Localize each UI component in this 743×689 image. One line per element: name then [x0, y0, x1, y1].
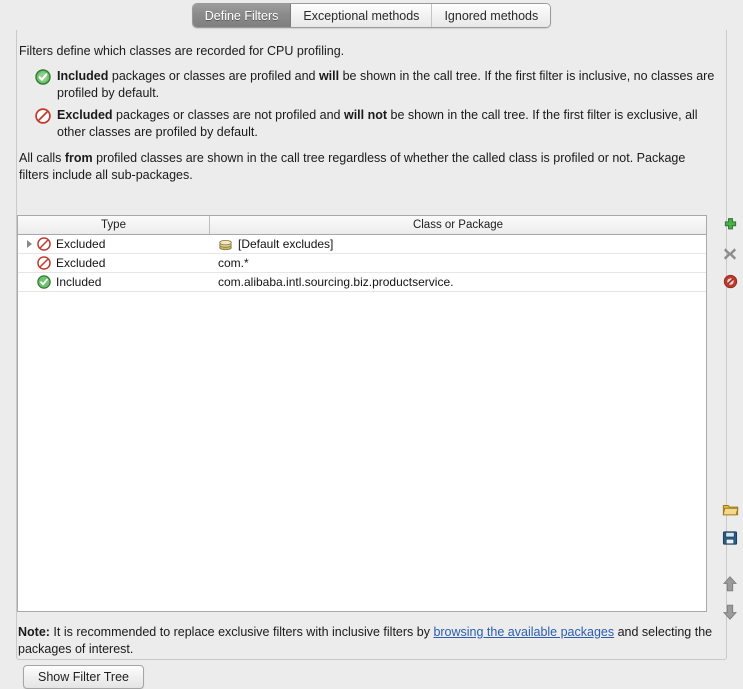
- row-class-label: com.alibaba.intl.sourcing.biz.productser…: [218, 275, 454, 289]
- open-filters-button[interactable]: [718, 499, 742, 523]
- row-class-label: [Default excludes]: [238, 237, 334, 251]
- table-header-row: Type Class or Package: [18, 216, 706, 235]
- closing-text-1: All calls: [19, 151, 65, 165]
- move-up-button[interactable]: [718, 573, 742, 597]
- footer-button-row: Show Filter Tree: [23, 665, 145, 689]
- move-up-icon: [722, 575, 738, 596]
- included-text-1: packages or classes are profiled and: [108, 69, 319, 83]
- closing-paragraph: All calls from profiled classes are show…: [19, 150, 709, 184]
- table-row[interactable]: Excluded com.*: [18, 254, 706, 273]
- excluded-will-not: will not: [343, 108, 388, 122]
- row-type-label: Included: [56, 275, 102, 289]
- footer-note: Note: It is recommended to replace exclu…: [18, 624, 724, 658]
- filters-toolbar: [712, 215, 743, 620]
- table-row[interactable]: Included com.alibaba.intl.sourcing.biz.p…: [18, 273, 706, 292]
- tab-bar: Define Filters Exceptional methods Ignor…: [0, 0, 743, 30]
- row-type-cell: Included: [18, 273, 210, 291]
- row-type-cell: Excluded: [18, 254, 210, 272]
- included-description-row: Included packages or classes are profile…: [19, 68, 723, 102]
- tab-define-filters-label: Define Filters: [204, 8, 279, 23]
- closing-from: from: [64, 151, 93, 165]
- note-label: Note:: [18, 625, 50, 639]
- row-class-cell: [Default excludes]: [210, 235, 706, 253]
- reset-filter-icon: [723, 274, 738, 292]
- excluded-description-text: Excluded packages or classes are not pro…: [57, 107, 723, 141]
- column-header-type[interactable]: Type: [18, 216, 210, 234]
- tab-ignored-methods[interactable]: Ignored methods: [432, 4, 551, 27]
- move-down-icon: [722, 603, 738, 624]
- note-text-before: It is recommended to replace exclusive f…: [49, 625, 434, 639]
- remove-filter-button[interactable]: [718, 243, 742, 267]
- move-down-button[interactable]: [718, 601, 742, 625]
- tab-exceptional-methods-label: Exceptional methods: [303, 8, 420, 23]
- excluded-description-row: Excluded packages or classes are not pro…: [19, 107, 723, 141]
- row-type-label: Excluded: [56, 256, 106, 270]
- package-stack-icon: [218, 237, 233, 252]
- show-filter-tree-button[interactable]: Show Filter Tree: [23, 665, 145, 689]
- included-will: will: [318, 69, 340, 83]
- expand-triangle-icon[interactable]: [24, 239, 35, 250]
- excluded-text-1: packages or classes are not profiled and: [112, 108, 344, 122]
- add-filter-button[interactable]: [718, 215, 742, 239]
- define-filters-panel: Filters define which classes are recorde…: [16, 28, 738, 689]
- included-description-text: Included packages or classes are profile…: [57, 68, 723, 102]
- excluded-keyword: Excluded: [57, 108, 113, 122]
- browse-packages-link[interactable]: browsing the available packages: [433, 625, 614, 639]
- save-filters-button[interactable]: [718, 527, 742, 551]
- included-check-icon: [35, 69, 51, 85]
- excluded-deny-icon: [37, 256, 51, 270]
- tab-group: Define Filters Exceptional methods Ignor…: [191, 3, 552, 28]
- intro-section: Filters define which classes are recorde…: [18, 43, 724, 184]
- save-disk-icon: [722, 530, 738, 549]
- toolbar-gap-2: [712, 555, 743, 573]
- add-filter-icon: [722, 217, 739, 237]
- included-keyword: Included: [57, 69, 109, 83]
- excluded-deny-icon: [37, 237, 51, 251]
- closing-text-2: profiled classes are shown in the call t…: [19, 151, 686, 182]
- included-check-icon: [37, 275, 51, 289]
- open-folder-icon: [722, 501, 739, 521]
- excluded-deny-icon: [35, 108, 51, 124]
- reset-filter-button[interactable]: [718, 271, 742, 295]
- column-header-class-or-package[interactable]: Class or Package: [210, 216, 706, 234]
- filters-table[interactable]: Type Class or Package Excluded [Default …: [17, 215, 707, 612]
- tab-ignored-methods-label: Ignored methods: [444, 8, 539, 23]
- remove-filter-icon: [722, 246, 738, 265]
- intro-lead: Filters define which classes are recorde…: [19, 44, 345, 58]
- table-row[interactable]: Excluded [Default excludes]: [18, 235, 706, 254]
- row-class-cell: com.*: [210, 254, 706, 272]
- row-type-label: Excluded: [56, 237, 106, 251]
- toolbar-gap: [712, 299, 743, 499]
- row-class-label: com.*: [218, 256, 249, 270]
- tab-exceptional-methods[interactable]: Exceptional methods: [291, 4, 433, 27]
- tab-define-filters[interactable]: Define Filters: [192, 4, 292, 27]
- row-class-cell: com.alibaba.intl.sourcing.biz.productser…: [210, 273, 706, 291]
- row-type-cell: Excluded: [18, 235, 210, 253]
